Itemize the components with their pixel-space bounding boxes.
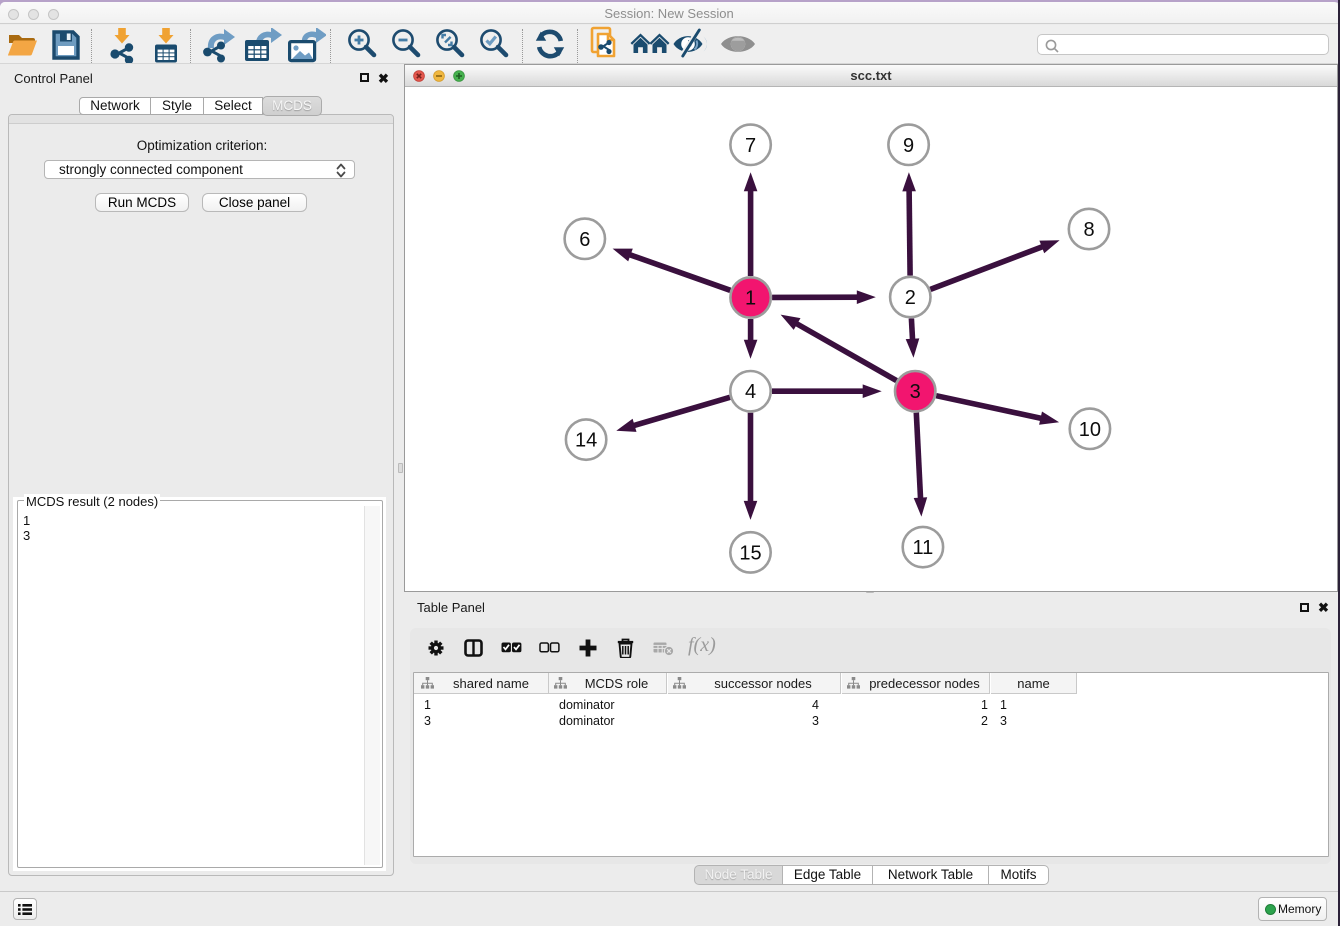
svg-text:6: 6 (579, 229, 590, 251)
svg-text:15: 15 (739, 542, 761, 564)
svg-text:2: 2 (905, 287, 916, 309)
svg-text:9: 9 (903, 135, 914, 157)
svg-text:8: 8 (1083, 219, 1094, 241)
svg-text:14: 14 (575, 430, 597, 452)
svg-text:10: 10 (1079, 419, 1101, 441)
svg-text:7: 7 (745, 135, 756, 157)
svg-text:3: 3 (910, 381, 921, 403)
svg-text:1: 1 (745, 288, 756, 310)
svg-text:11: 11 (913, 537, 934, 559)
svg-text:4: 4 (745, 381, 756, 403)
